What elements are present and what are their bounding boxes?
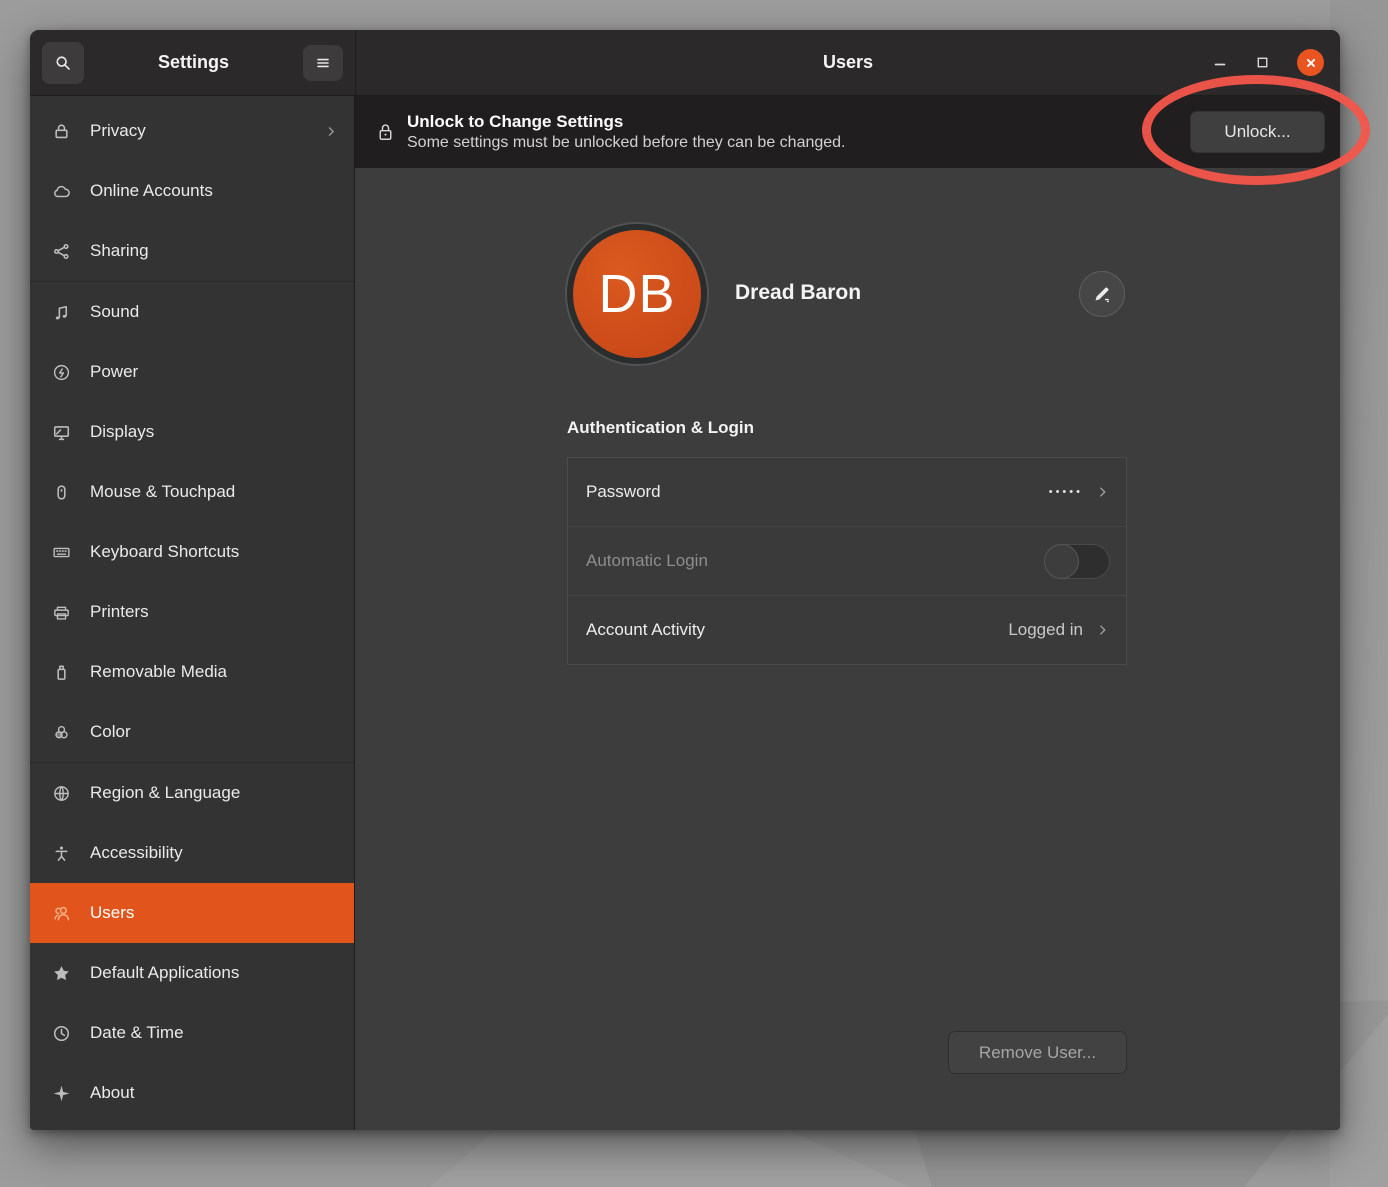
sidebar-item-sound[interactable]: Sound: [30, 282, 354, 342]
user-name: Dread Baron: [735, 281, 861, 305]
printer-icon: [52, 603, 71, 622]
sidebar-item-label: Online Accounts: [90, 181, 213, 201]
pencil-icon: [1092, 284, 1112, 304]
sidebar-item-sharing[interactable]: Sharing: [30, 221, 354, 281]
sidebar-item-date-time[interactable]: Date & Time: [30, 1003, 354, 1063]
password-row[interactable]: Password •••••: [568, 458, 1126, 526]
color-circles-icon: [52, 723, 71, 742]
account-activity-label: Account Activity: [586, 620, 705, 640]
window-controls: [1212, 49, 1324, 76]
sidebar-item-color[interactable]: Color: [30, 702, 354, 762]
sidebar-item-default-applications[interactable]: Default Applications: [30, 943, 354, 1003]
sidebar-item-keyboard-shortcuts[interactable]: Keyboard Shortcuts: [30, 522, 354, 582]
sidebar-item-privacy[interactable]: Privacy: [30, 101, 354, 161]
maximize-button[interactable]: [1255, 55, 1270, 70]
close-icon: [1304, 56, 1318, 70]
sidebar-item-label: Privacy: [90, 121, 146, 141]
main-titlebar: Users: [356, 30, 1340, 95]
sidebar-item-label: Default Applications: [90, 963, 239, 983]
sidebar-item-label: Sound: [90, 302, 139, 322]
unlock-button[interactable]: Unlock...: [1190, 111, 1325, 153]
globe-icon: [52, 784, 71, 803]
close-button[interactable]: [1297, 49, 1324, 76]
sidebar-item-label: Printers: [90, 602, 149, 622]
toggle-knob: [1044, 544, 1079, 579]
minimize-button[interactable]: [1212, 55, 1228, 71]
chevron-right-icon: [325, 125, 338, 138]
sidebar-item-label: Color: [90, 722, 131, 742]
sidebar-item-label: Keyboard Shortcuts: [90, 542, 239, 562]
sidebar-item-label: Power: [90, 362, 138, 382]
keyboard-icon: [52, 543, 71, 562]
lock-icon: [52, 122, 71, 141]
users-panel: Unlock to Change Settings Some settings …: [355, 96, 1340, 1130]
auth-settings-list: Password ••••• Automatic Login Account A…: [567, 457, 1127, 665]
sidebar: Privacy Online Accounts Sharing Sound: [30, 96, 355, 1130]
titlebar: Settings Users: [30, 30, 1340, 96]
sparkle-icon: [52, 1084, 71, 1103]
desktop: Settings Users: [0, 0, 1388, 1187]
star-icon: [52, 964, 71, 983]
users-content: DB Dread Baron Authentication & Login Pa…: [355, 168, 1340, 1130]
settings-window: Settings Users: [30, 30, 1340, 1130]
automatic-login-row: Automatic Login: [568, 526, 1126, 595]
sidebar-item-label: Removable Media: [90, 662, 227, 682]
sidebar-item-label: About: [90, 1083, 134, 1103]
display-icon: [52, 423, 71, 442]
automatic-login-label: Automatic Login: [586, 551, 708, 571]
share-icon: [52, 242, 71, 261]
sidebar-item-label: Sharing: [90, 241, 149, 261]
page-title: Users: [356, 52, 1340, 73]
usb-drive-icon: [52, 663, 71, 682]
chevron-right-icon: [1096, 485, 1110, 499]
sidebar-item-accessibility[interactable]: Accessibility: [30, 823, 354, 883]
sidebar-item-displays[interactable]: Displays: [30, 402, 354, 462]
cloud-icon: [52, 182, 71, 201]
sidebar-item-online-accounts[interactable]: Online Accounts: [30, 161, 354, 221]
minimize-icon: [1212, 55, 1228, 71]
sidebar-title: Settings: [84, 52, 303, 73]
sidebar-item-removable-media[interactable]: Removable Media: [30, 642, 354, 702]
sidebar-item-label: Mouse & Touchpad: [90, 482, 235, 502]
sidebar-item-power[interactable]: Power: [30, 342, 354, 402]
avatar[interactable]: DB: [567, 224, 707, 364]
sidebar-item-printers[interactable]: Printers: [30, 582, 354, 642]
search-button[interactable]: [42, 42, 84, 84]
sidebar-item-label: Users: [90, 903, 134, 923]
banner-subtitle: Some settings must be unlocked before th…: [407, 133, 846, 153]
automatic-login-toggle[interactable]: [1044, 544, 1110, 579]
remove-user-button[interactable]: Remove User...: [948, 1031, 1127, 1074]
sidebar-titlebar: Settings: [30, 30, 356, 95]
users-icon: [52, 904, 71, 923]
music-note-icon: [52, 303, 71, 322]
search-icon: [54, 54, 72, 72]
account-activity-row[interactable]: Account Activity Logged in: [568, 595, 1126, 664]
sidebar-item-label: Date & Time: [90, 1023, 184, 1043]
banner-text: Unlock to Change Settings Some settings …: [407, 111, 846, 152]
password-value: •••••: [1049, 486, 1083, 498]
clock-icon: [52, 1024, 71, 1043]
sidebar-item-label: Displays: [90, 422, 154, 442]
banner-title: Unlock to Change Settings: [407, 111, 846, 132]
sidebar-item-label: Accessibility: [90, 843, 183, 863]
sidebar-item-label: Region & Language: [90, 783, 240, 803]
sidebar-item-mouse-touchpad[interactable]: Mouse & Touchpad: [30, 462, 354, 522]
sidebar-item-users[interactable]: Users: [30, 883, 354, 943]
sidebar-item-region-language[interactable]: Region & Language: [30, 763, 354, 823]
power-icon: [52, 363, 71, 382]
chevron-right-icon: [1096, 623, 1110, 637]
lock-icon: [375, 120, 396, 144]
auth-section-title: Authentication & Login: [567, 418, 754, 438]
menu-button[interactable]: [303, 45, 343, 81]
accessibility-icon: [52, 844, 71, 863]
unlock-banner: Unlock to Change Settings Some settings …: [355, 96, 1340, 168]
sidebar-item-about[interactable]: About: [30, 1063, 354, 1123]
avatar-initials: DB: [598, 263, 675, 325]
edit-name-button[interactable]: [1079, 271, 1125, 317]
mouse-icon: [52, 483, 71, 502]
account-activity-value: Logged in: [1008, 620, 1083, 640]
hamburger-icon: [315, 55, 331, 71]
password-label: Password: [586, 482, 661, 502]
maximize-icon: [1255, 55, 1270, 70]
